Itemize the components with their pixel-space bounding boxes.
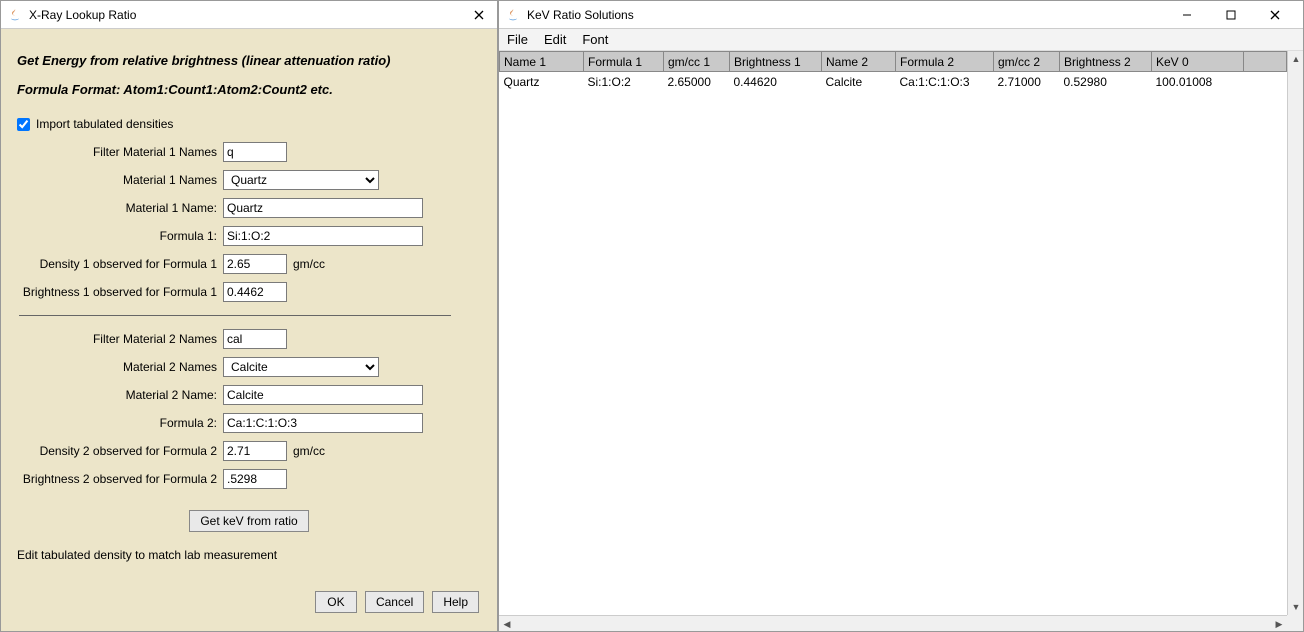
label-density2: Density 2 observed for Formula 2: [11, 444, 223, 458]
label-names1: Material 1 Names: [11, 173, 223, 187]
table-header-row: Name 1 Formula 1 gm/cc 1 Brightness 1 Na…: [500, 52, 1287, 72]
maximize-icon: [1226, 10, 1236, 20]
col-formula1[interactable]: Formula 1: [584, 52, 664, 72]
separator: [19, 315, 451, 316]
menubar: File Edit Font: [499, 29, 1303, 51]
label-formula1: Formula 1:: [11, 229, 223, 243]
heading-format: Formula Format: Atom1:Count1:Atom2:Count…: [17, 82, 481, 97]
material1-form: Filter Material 1 Names Material 1 Names…: [11, 141, 487, 303]
scroll-corner: [1287, 615, 1303, 631]
label-formula2: Formula 2:: [11, 416, 223, 430]
material2-form: Filter Material 2 Names Material 2 Names…: [11, 328, 487, 490]
table-row[interactable]: Quartz Si:1:O:2 2.65000 0.44620 Calcite …: [500, 72, 1287, 92]
col-gmcc2[interactable]: gm/cc 2: [994, 52, 1060, 72]
label-names2: Material 2 Names: [11, 360, 223, 374]
material2-names-select[interactable]: Calcite: [223, 357, 379, 377]
menu-font[interactable]: Font: [582, 32, 608, 47]
cell-name1: Quartz: [500, 72, 584, 92]
cell-gmcc1: 2.65000: [664, 72, 730, 92]
density1-input[interactable]: [223, 254, 287, 274]
menu-file[interactable]: File: [507, 32, 528, 47]
xray-lookup-dialog: X-Ray Lookup Ratio Get Energy from relat…: [0, 0, 498, 632]
filter-material1-input[interactable]: [223, 142, 287, 162]
cell-brightness1: 0.44620: [730, 72, 822, 92]
import-densities-checkbox[interactable]: [17, 118, 30, 131]
results-table: Name 1 Formula 1 gm/cc 1 Brightness 1 Na…: [499, 51, 1287, 92]
dialog-buttons: OK Cancel Help: [11, 577, 487, 621]
dialog-body: Get Energy from relative brightness (lin…: [1, 29, 497, 631]
table-container: Name 1 Formula 1 gm/cc 1 Brightness 1 Na…: [499, 51, 1303, 631]
label-name2: Material 2 Name:: [11, 388, 223, 402]
titlebar-left: X-Ray Lookup Ratio: [1, 1, 497, 29]
label-name1: Material 1 Name:: [11, 201, 223, 215]
scroll-right-icon: ▶: [1271, 616, 1287, 631]
label-brightness1: Brightness 1 observed for Formula 1: [11, 285, 223, 299]
cell-brightness2: 0.52980: [1060, 72, 1152, 92]
menu-edit[interactable]: Edit: [544, 32, 566, 47]
close-button-right[interactable]: [1253, 1, 1297, 29]
vertical-scrollbar[interactable]: ▲ ▼: [1287, 51, 1303, 615]
cell-gmcc2: 2.71000: [994, 72, 1060, 92]
col-kev0[interactable]: KeV 0: [1152, 52, 1244, 72]
get-kev-button[interactable]: Get keV from ratio: [189, 510, 308, 532]
material2-name-input[interactable]: [223, 385, 423, 405]
col-name2[interactable]: Name 2: [822, 52, 896, 72]
scroll-left-icon: ◀: [499, 616, 515, 631]
col-gmcc1[interactable]: gm/cc 1: [664, 52, 730, 72]
col-brightness2[interactable]: Brightness 2: [1060, 52, 1152, 72]
material1-name-input[interactable]: [223, 198, 423, 218]
brightness1-input[interactable]: [223, 282, 287, 302]
ok-button[interactable]: OK: [315, 591, 357, 613]
formula2-input[interactable]: [223, 413, 423, 433]
col-spacer[interactable]: [1244, 52, 1287, 72]
unit-gmcc-1: gm/cc: [293, 257, 325, 271]
label-brightness2: Brightness 2 observed for Formula 2: [11, 472, 223, 486]
density2-input[interactable]: [223, 441, 287, 461]
java-icon: [505, 7, 521, 23]
scroll-up-icon: ▲: [1288, 51, 1303, 67]
close-icon: [1270, 10, 1280, 20]
scroll-down-icon: ▼: [1288, 599, 1303, 615]
horizontal-scrollbar[interactable]: ◀ ▶: [499, 615, 1287, 631]
minimize-button[interactable]: [1165, 1, 1209, 29]
label-density1: Density 1 observed for Formula 1: [11, 257, 223, 271]
minimize-icon: [1182, 10, 1192, 20]
cell-formula2: Ca:1:C:1:O:3: [896, 72, 994, 92]
window-title-left: X-Ray Lookup Ratio: [29, 8, 467, 22]
label-filter1: Filter Material 1 Names: [11, 145, 223, 159]
brightness2-input[interactable]: [223, 469, 287, 489]
titlebar-right: KeV Ratio Solutions: [499, 1, 1303, 29]
material1-names-select[interactable]: Quartz: [223, 170, 379, 190]
help-button[interactable]: Help: [432, 591, 479, 613]
java-icon: [7, 7, 23, 23]
cell-spacer: [1244, 72, 1287, 92]
kev-solutions-window: KeV Ratio Solutions File Edit Font: [498, 0, 1304, 632]
heading-energy: Get Energy from relative brightness (lin…: [17, 53, 481, 68]
footer-note: Edit tabulated density to match lab meas…: [17, 548, 481, 562]
label-filter2: Filter Material 2 Names: [11, 332, 223, 346]
close-icon: [474, 10, 484, 20]
close-button-left[interactable]: [467, 1, 491, 29]
formula1-input[interactable]: [223, 226, 423, 246]
filter-material2-input[interactable]: [223, 329, 287, 349]
import-densities-label: Import tabulated densities: [36, 117, 173, 131]
col-formula2[interactable]: Formula 2: [896, 52, 994, 72]
cell-formula1: Si:1:O:2: [584, 72, 664, 92]
col-brightness1[interactable]: Brightness 1: [730, 52, 822, 72]
unit-gmcc-2: gm/cc: [293, 444, 325, 458]
maximize-button[interactable]: [1209, 1, 1253, 29]
window-title-right: KeV Ratio Solutions: [527, 8, 1165, 22]
cancel-button[interactable]: Cancel: [365, 591, 424, 613]
cell-name2: Calcite: [822, 72, 896, 92]
cell-kev0: 100.01008: [1152, 72, 1244, 92]
col-name1[interactable]: Name 1: [500, 52, 584, 72]
